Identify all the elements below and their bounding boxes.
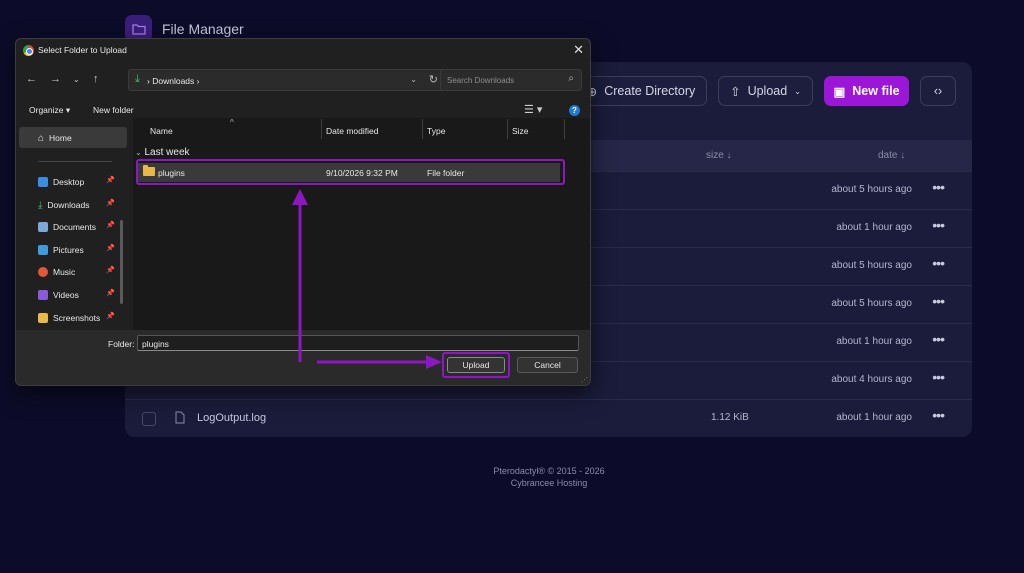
arrow-up-head [292,189,308,205]
annotation-arrows [292,189,442,369]
arrow-right-head [426,355,442,369]
